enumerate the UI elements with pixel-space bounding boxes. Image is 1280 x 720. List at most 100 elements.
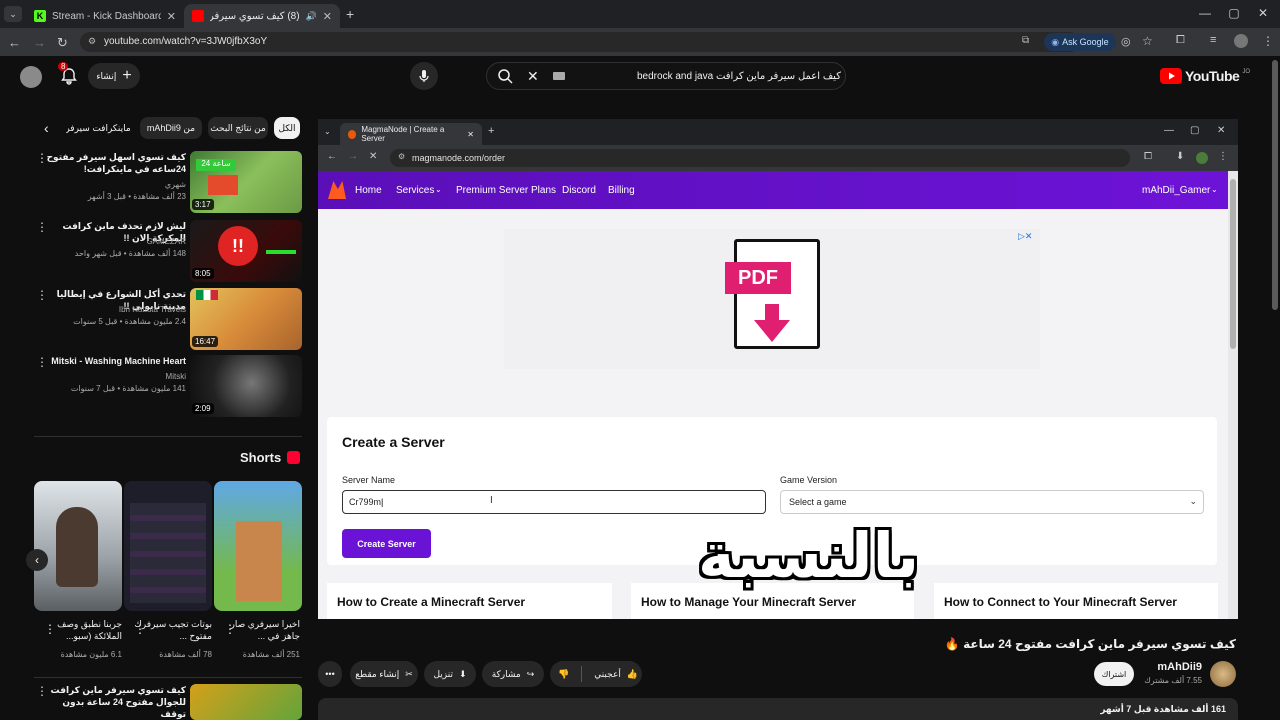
keyboard-icon[interactable] xyxy=(553,72,565,80)
youtube-logo[interactable]: YouTube JO xyxy=(1160,68,1250,84)
share-button[interactable]: مشاركة ↪ xyxy=(482,661,544,687)
chip-all[interactable]: الكل xyxy=(274,117,300,139)
short-thumbnail[interactable] xyxy=(124,481,212,611)
more-options-icon[interactable]: ⋮ xyxy=(224,622,236,636)
shorts-prev-button[interactable]: ‹ xyxy=(26,549,48,571)
address-bar[interactable]: ⚙ youtube.com/watch?v=3JW0jfbX3oY ⧉ xyxy=(80,32,1080,52)
video-title: Mitski - Washing Machine Heart xyxy=(51,356,186,366)
profile-avatar[interactable] xyxy=(1234,34,1248,48)
how-to-create-card: How to Create a Minecraft Server xyxy=(327,583,612,619)
eye-icon[interactable]: ◎ xyxy=(1121,35,1131,48)
channel-name[interactable]: شهري xyxy=(46,179,186,190)
tab-label: (8) كيف تسوي سيرفر ماين كرا xyxy=(210,10,300,22)
more-actions-button[interactable]: ••• xyxy=(318,661,342,687)
avatar[interactable] xyxy=(20,66,42,88)
site-info-icon[interactable]: ⚙ xyxy=(88,36,96,47)
window-close-icon[interactable]: ✕ xyxy=(1256,6,1270,20)
tab-search-icon[interactable]: ⌄ xyxy=(4,6,22,22)
stop-icon: ✕ xyxy=(369,151,378,162)
video-meta: 141 مليون مشاهدة • قبل 7 سنوات xyxy=(70,384,186,393)
subscribe-button[interactable]: اشتراك xyxy=(1094,662,1134,686)
related-video[interactable]: 24 ساعة 3:17 ⋮ كيف تسوي اسهل سيرفر مفتوح… xyxy=(36,151,304,215)
back-icon: ← xyxy=(327,151,337,162)
minimize-icon: — xyxy=(1164,125,1174,136)
video-thumbnail[interactable]: 24 ساعة 3:17 xyxy=(190,151,302,213)
related-video[interactable]: !! 8:05 ⋮ ليش لازم تحذف ماين كرافت المكر… xyxy=(36,220,304,284)
download-arrow-icon xyxy=(754,320,790,342)
create-button[interactable]: إنشاء + xyxy=(88,63,140,89)
more-options-icon[interactable]: ⋮ xyxy=(134,622,146,636)
channel-name[interactable]: Mitski xyxy=(46,371,186,382)
short-thumbnail[interactable] xyxy=(214,481,302,611)
channel-name[interactable]: GAMEZAR xyxy=(46,236,186,247)
video-thumbnail[interactable] xyxy=(190,684,302,720)
chips-prev-icon[interactable]: ‹ xyxy=(44,120,49,136)
reading-list-icon[interactable]: ≡ xyxy=(1210,34,1216,46)
download-button[interactable]: تنزيل ⬇ xyxy=(424,661,476,687)
short-meta: 251 ألف مشاهدة xyxy=(242,650,300,659)
close-icon[interactable]: ✕ xyxy=(323,10,332,23)
related-video[interactable]: 2:09 ⋮ Mitski - Washing Machine Heart Mi… xyxy=(36,355,304,419)
chrome-menu-icon: ⋮ xyxy=(1218,151,1228,162)
short-thumbnail[interactable] xyxy=(34,481,122,611)
search-input[interactable]: ✕ كيف اعمل سيرفر ماين كرافت bedrock and … xyxy=(486,62,846,90)
close-icon[interactable]: ✕ xyxy=(167,10,176,23)
clear-search-icon[interactable]: ✕ xyxy=(527,68,539,85)
back-icon[interactable]: ← xyxy=(8,35,21,50)
bookmark-star-icon[interactable]: ☆ xyxy=(1142,34,1153,48)
chip-from-search[interactable]: من نتائج البحث xyxy=(208,117,268,139)
description-box[interactable]: 161 ألف مشاهدة قبل 7 أشهر xyxy=(318,698,1238,720)
forward-icon[interactable]: → xyxy=(33,35,46,50)
voice-search-button[interactable] xyxy=(410,62,438,90)
ask-google-button[interactable]: ◉ Ask Google xyxy=(1044,33,1116,51)
video-thumbnail[interactable]: 16:47 xyxy=(190,288,302,350)
tab-kick-dashboard[interactable]: K Stream - Kick Dashboard ✕ xyxy=(26,4,184,28)
channel-avatar[interactable] xyxy=(1210,661,1236,687)
thumb-line xyxy=(266,250,296,254)
video-thumbnail[interactable]: !! 8:05 xyxy=(190,220,302,282)
chevron-down-icon: ⌄ xyxy=(435,185,442,194)
like-label[interactable]: أعجبني xyxy=(594,669,621,680)
related-video[interactable]: ⋮ كيف تسوي سيرفر ماين كرافت للجوال مفتوح… xyxy=(36,684,304,720)
chevron-down-icon: ⌄ xyxy=(1211,185,1218,194)
page-scrollbar-thumb[interactable] xyxy=(1272,60,1278,310)
tab-search-icon: ⌄ xyxy=(324,127,331,136)
like-icon[interactable]: 👍 xyxy=(627,669,638,680)
download-label: تنزيل xyxy=(433,668,453,679)
reload-icon[interactable]: ↻ xyxy=(57,35,68,51)
chip-minecraft-server[interactable]: ماينكرافت سيرفر xyxy=(66,117,130,139)
search-icon[interactable] xyxy=(497,68,513,84)
browser-tab-strip: ⌄ K Stream - Kick Dashboard ✕ (8) كيف تس… xyxy=(0,0,1280,28)
new-tab-button[interactable]: + xyxy=(346,6,354,22)
short-meta: 78 ألف مشاهدة xyxy=(159,650,212,659)
youtube-wordmark: YouTube xyxy=(1185,68,1240,84)
chevron-down-icon: ⌄ xyxy=(1189,496,1197,506)
channel-name[interactable]: mAhDii9 xyxy=(1157,661,1202,673)
video-thumbnail[interactable]: 2:09 xyxy=(190,355,302,417)
how-to-connect-card: How to Connect to Your Minecraft Server xyxy=(934,583,1218,619)
create-label: إنشاء xyxy=(96,70,117,81)
nav-billing: Billing xyxy=(608,185,635,196)
extensions-icon[interactable]: ⧠ xyxy=(1176,34,1185,47)
chip-from-mahdii9[interactable]: mAhDii9 من xyxy=(140,117,202,139)
game-version-label: Game Version xyxy=(780,475,838,485)
dislike-icon[interactable]: 👎 xyxy=(558,669,569,680)
chrome-menu-icon[interactable]: ⋮ xyxy=(1262,34,1274,48)
notifications-icon[interactable]: 8 xyxy=(58,62,79,86)
cast-icon[interactable]: ⧉ xyxy=(1022,35,1029,46)
video-player[interactable]: ⌄ MagmaNode | Create a Server ✕ + — ▢ ✕ … xyxy=(318,119,1238,619)
minimize-icon[interactable]: — xyxy=(1198,6,1212,20)
more-options-icon[interactable]: ⋮ xyxy=(44,622,56,636)
subscriber-count: 7.55 ألف مشترك xyxy=(1144,676,1202,685)
nav-home: Home xyxy=(355,185,382,196)
maximize-icon[interactable]: ▢ xyxy=(1227,6,1241,20)
audio-icon[interactable]: 🔊 xyxy=(306,11,317,22)
channel-name[interactable]: Ibn Hattuta Travels xyxy=(46,304,186,315)
magma-favicon xyxy=(348,129,357,139)
related-video[interactable]: 16:47 ⋮ تحدي أكل الشوارع في إيطاليا مدين… xyxy=(36,288,304,352)
new-tab-icon: + xyxy=(488,125,495,137)
divider xyxy=(581,666,583,682)
tab-youtube[interactable]: (8) كيف تسوي سيرفر ماين كرا 🔊 ✕ xyxy=(184,4,340,28)
clip-button[interactable]: إنشاء مقطع ✂ xyxy=(350,661,418,687)
pdf-document-icon: PDF xyxy=(725,239,820,349)
